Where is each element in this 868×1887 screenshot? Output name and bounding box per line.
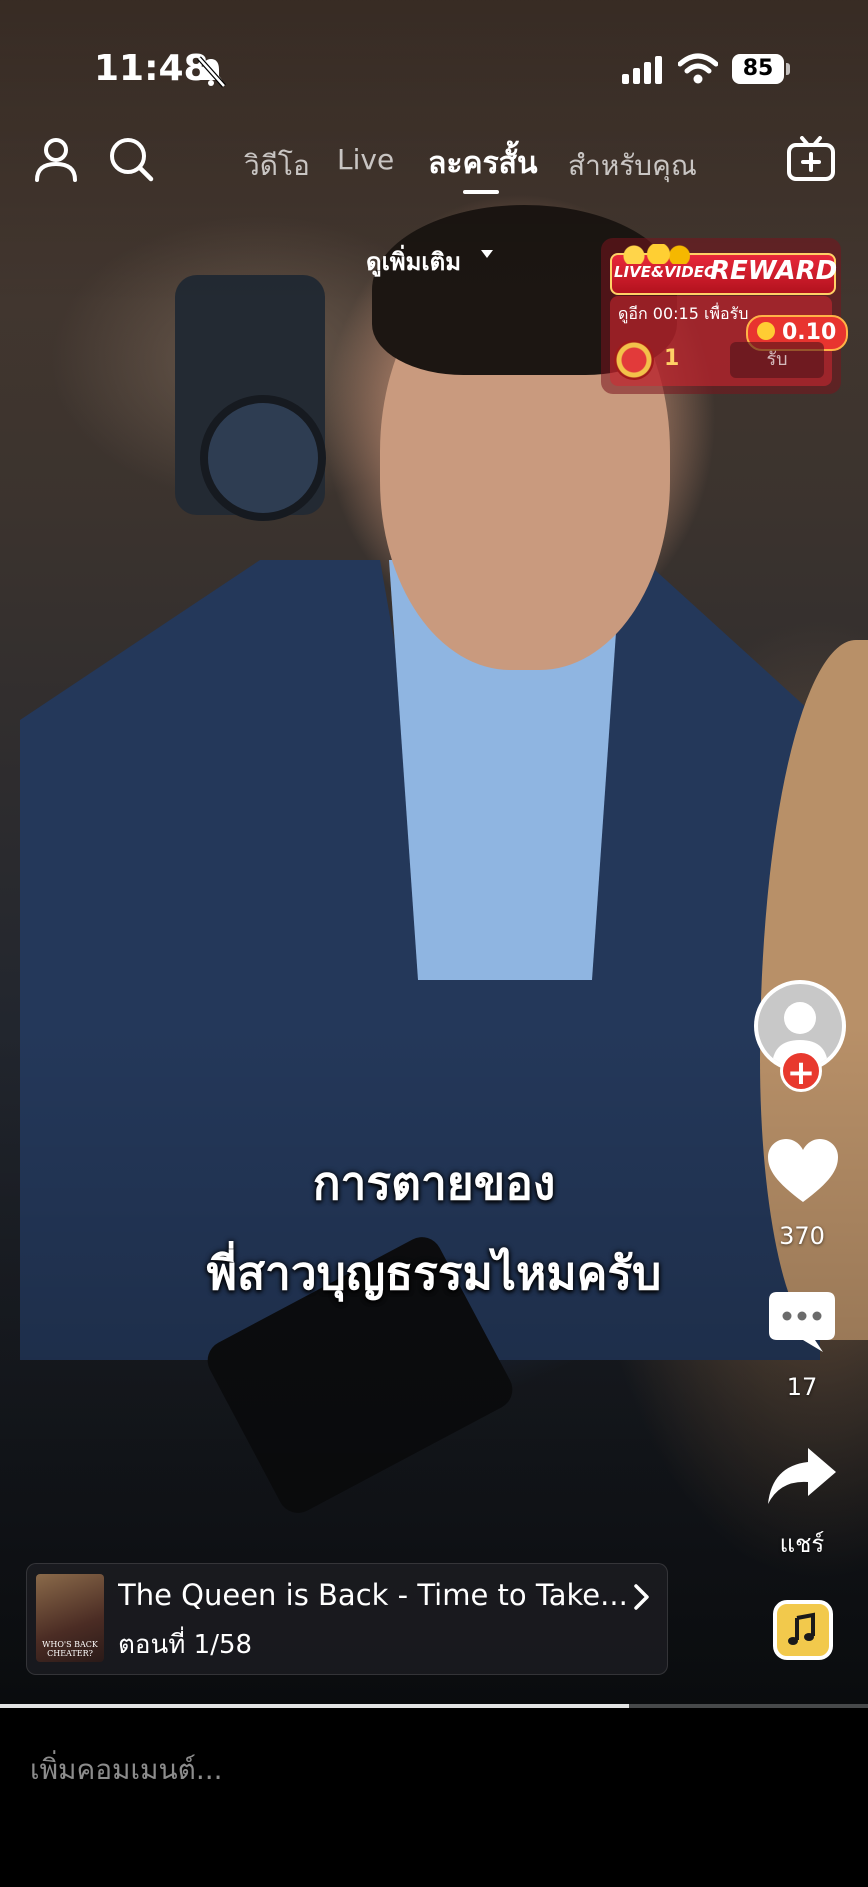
series-episode: ตอนที่ 1/58 xyxy=(118,1630,253,1660)
battery-tip xyxy=(786,63,790,75)
heart-icon[interactable] xyxy=(766,1138,840,1204)
caption-line-1: การตายของ xyxy=(312,1156,556,1210)
music-disc-button[interactable] xyxy=(773,1600,833,1660)
coin-icon xyxy=(757,322,775,340)
tab-video[interactable]: วิดีโอ xyxy=(244,144,310,188)
series-thumbnail-text: WHO'S BACK CHEATER? xyxy=(42,1640,98,1658)
music-icon xyxy=(788,1612,815,1645)
reward-claim-button[interactable]: รับ xyxy=(730,342,824,378)
follow-button[interactable]: + xyxy=(780,1050,822,1093)
tab-short-drama[interactable]: ละครสั้น xyxy=(428,140,538,187)
comment-count: 17 xyxy=(786,1373,818,1401)
share-icon[interactable] xyxy=(766,1446,838,1506)
share-label: แชร์ xyxy=(779,1530,825,1558)
active-tab-indicator xyxy=(463,190,499,194)
chevron-right-icon xyxy=(634,1584,649,1610)
tab-live[interactable]: Live xyxy=(337,143,394,176)
bell-off-icon xyxy=(197,56,226,88)
comment-icon[interactable] xyxy=(767,1290,837,1354)
like-count: 370 xyxy=(779,1222,825,1250)
top-tabs: วิดีโอ Live ละครสั้น สำหรับคุณ xyxy=(0,140,868,200)
coins-icon xyxy=(620,244,690,264)
series-title: The Queen is Back - Time to Take... xyxy=(118,1578,628,1612)
caption-line-2: พี่สาวบุญธรรมไหมครับ xyxy=(206,1246,662,1300)
reward-chest-count: 1 xyxy=(664,346,680,371)
treasure-chest-icon xyxy=(614,340,654,380)
tab-for-you[interactable]: สำหรับคุณ xyxy=(568,144,697,188)
status-time: 11:48 xyxy=(94,48,209,89)
screen: 11:48 85 วิดีโอ Live ละครสั้น สำหรับคุณ xyxy=(0,0,868,1887)
video-caption: การตายของ พี่สาวบุญธรรมไหมครับ xyxy=(0,1138,868,1318)
signal-icon xyxy=(622,56,662,84)
caret-down-icon xyxy=(481,250,493,258)
battery-indicator: 85 xyxy=(732,54,784,84)
wifi-icon xyxy=(678,53,718,84)
create-video-icon[interactable] xyxy=(786,136,836,182)
reward-timer: ดูอีก 00:15 เพื่อรับ xyxy=(618,304,749,323)
see-more-dropdown[interactable]: ดูเพิ่มเติม xyxy=(366,242,461,281)
reward-title: REWARD xyxy=(710,256,838,286)
reward-brand-prefix: LIVE&VIDEO xyxy=(614,263,717,281)
comment-input[interactable] xyxy=(28,1740,812,1798)
